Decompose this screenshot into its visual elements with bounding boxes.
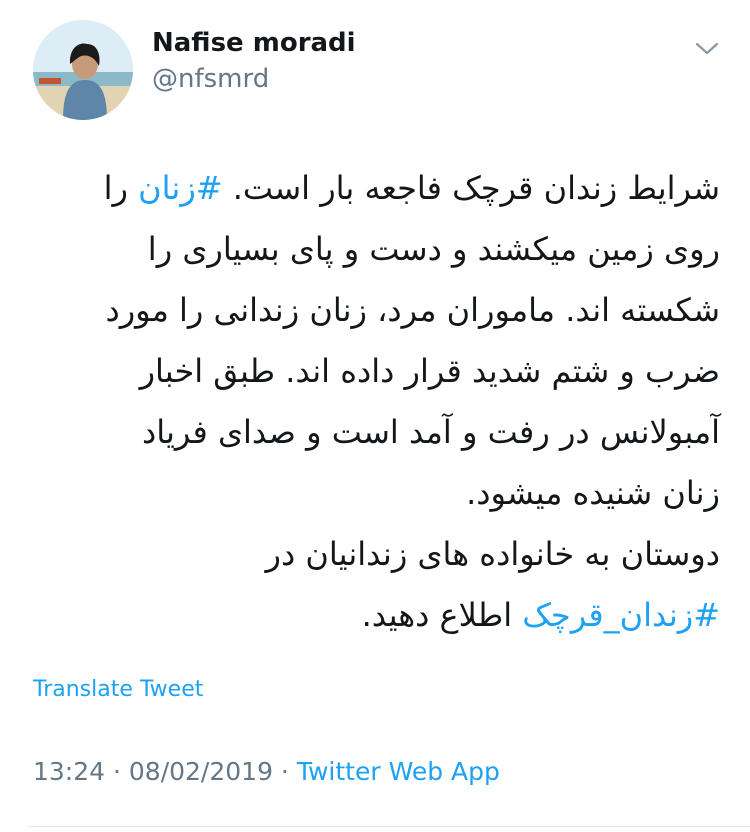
hashtag-link[interactable]: #زنان xyxy=(138,169,222,207)
meta-separator: · xyxy=(272,757,297,786)
tweet-line: شکسته اند. ماموران مرد، زنان زندانی را م… xyxy=(105,291,720,329)
tweet-line: شرایط زندان قرچک فاجعه بار است. #زنان را xyxy=(28,158,720,219)
tweet-text: شرایط زندان قرچک فاجعه بار است. #زنان را… xyxy=(28,158,720,646)
user-handle[interactable]: @nfsmrd xyxy=(152,64,269,94)
display-name[interactable]: Nafise moradi xyxy=(152,28,356,58)
tweet-date[interactable]: 08/02/2019 xyxy=(129,757,273,786)
tweet-line: #زندان_قرچک اطلاع دهید. xyxy=(28,585,720,646)
tweet-line: ضرب و شتم شدید قرار داده اند. طبق اخبار xyxy=(139,352,720,390)
tweet-line-text: شرایط زندان قرچک فاجعه بار است. xyxy=(222,169,720,207)
tweet-line: روی زمین میکشند و دست و پای بسیاری را xyxy=(147,230,720,268)
chevron-down-icon[interactable] xyxy=(693,38,721,58)
tweet-line: دوستان به خانواده های زندانیان در xyxy=(265,535,720,573)
tweet-line: زنان شنیده میشود. xyxy=(466,474,720,512)
translate-tweet-link[interactable]: Translate Tweet xyxy=(33,677,203,702)
avatar[interactable] xyxy=(33,20,133,120)
divider xyxy=(28,826,750,827)
meta-separator: · xyxy=(105,757,129,786)
hashtag-link[interactable]: #زندان_قرچک xyxy=(522,596,720,634)
tweet-time: 13:24 xyxy=(33,757,106,786)
tweet-line-text: اطلاع دهید. xyxy=(361,596,523,634)
tweet-line-text: را xyxy=(103,169,139,207)
tweet-source-link[interactable]: Twitter Web App xyxy=(297,757,500,786)
tweet-metadata: 13:24 · 08/02/2019 · Twitter Web App xyxy=(33,757,500,786)
tweet-line: آمبولانس در رفت و آمد است و صدای فریاد xyxy=(141,413,720,451)
